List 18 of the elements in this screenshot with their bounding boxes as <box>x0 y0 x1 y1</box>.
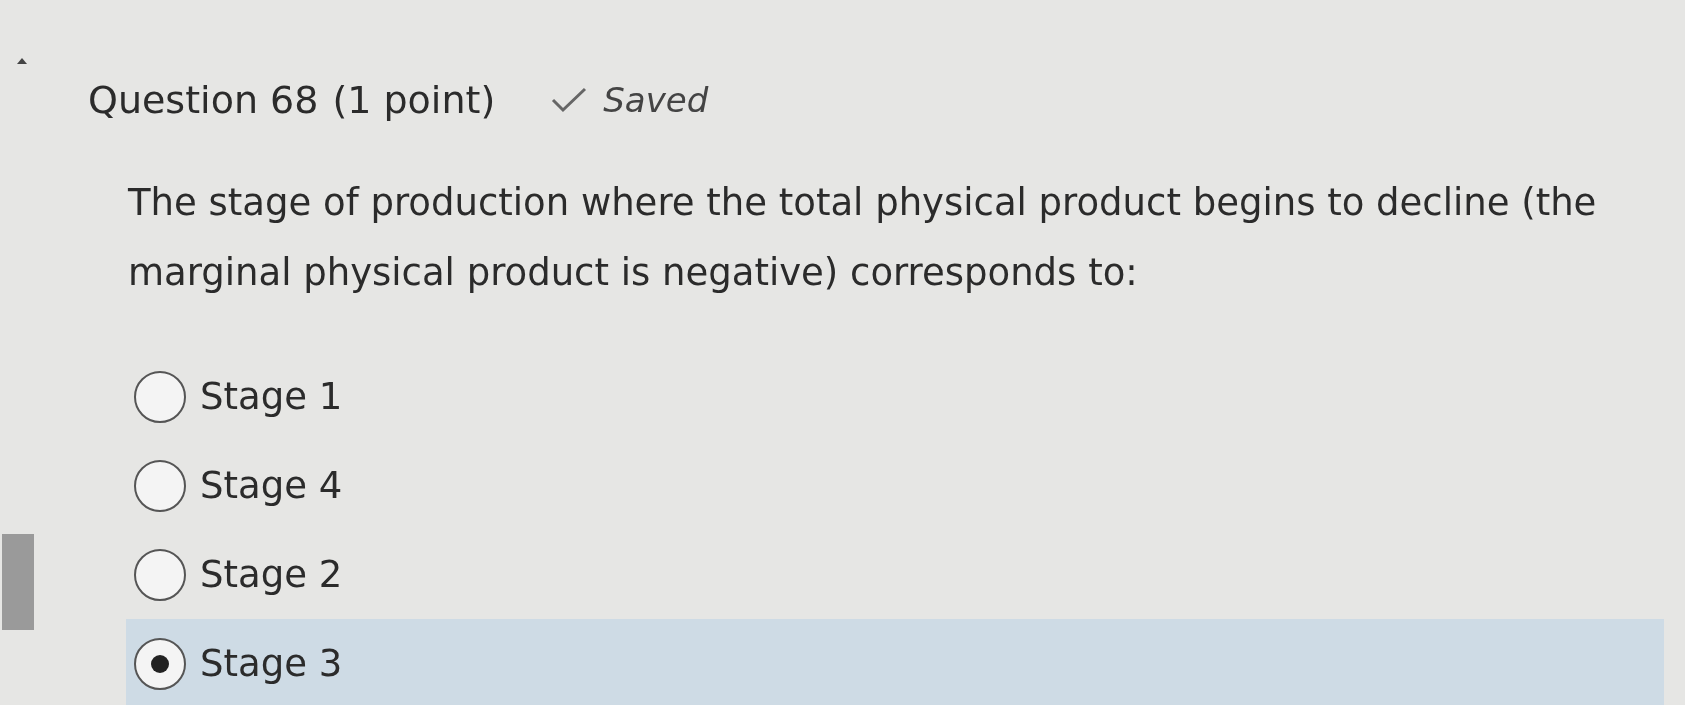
saved-status: Saved <box>603 80 709 120</box>
answer-option[interactable]: Stage 4 <box>126 441 1664 530</box>
option-label: Stage 3 <box>200 642 343 685</box>
answer-option[interactable]: Stage 2 <box>126 530 1664 619</box>
option-label: Stage 4 <box>200 464 343 507</box>
answer-option[interactable]: Stage 3 <box>126 619 1664 705</box>
radio-button[interactable] <box>134 459 186 512</box>
question-points: (1 point) <box>332 78 496 122</box>
radio-button[interactable] <box>134 548 186 601</box>
scrollbar-thumb[interactable] <box>2 534 34 630</box>
radio-button[interactable] <box>134 637 186 690</box>
scroll-up-icon[interactable] <box>17 58 27 64</box>
question-text: The stage of production where the total physical product begins to decline (the marginal physical product is negative) corresponds to: <box>128 180 1598 296</box>
question-title: Question 68 <box>88 78 319 122</box>
option-label: Stage 2 <box>200 553 343 596</box>
radio-button[interactable] <box>134 370 186 423</box>
answer-option[interactable]: Stage 1 <box>126 352 1664 441</box>
option-label: Stage 1 <box>200 375 343 418</box>
